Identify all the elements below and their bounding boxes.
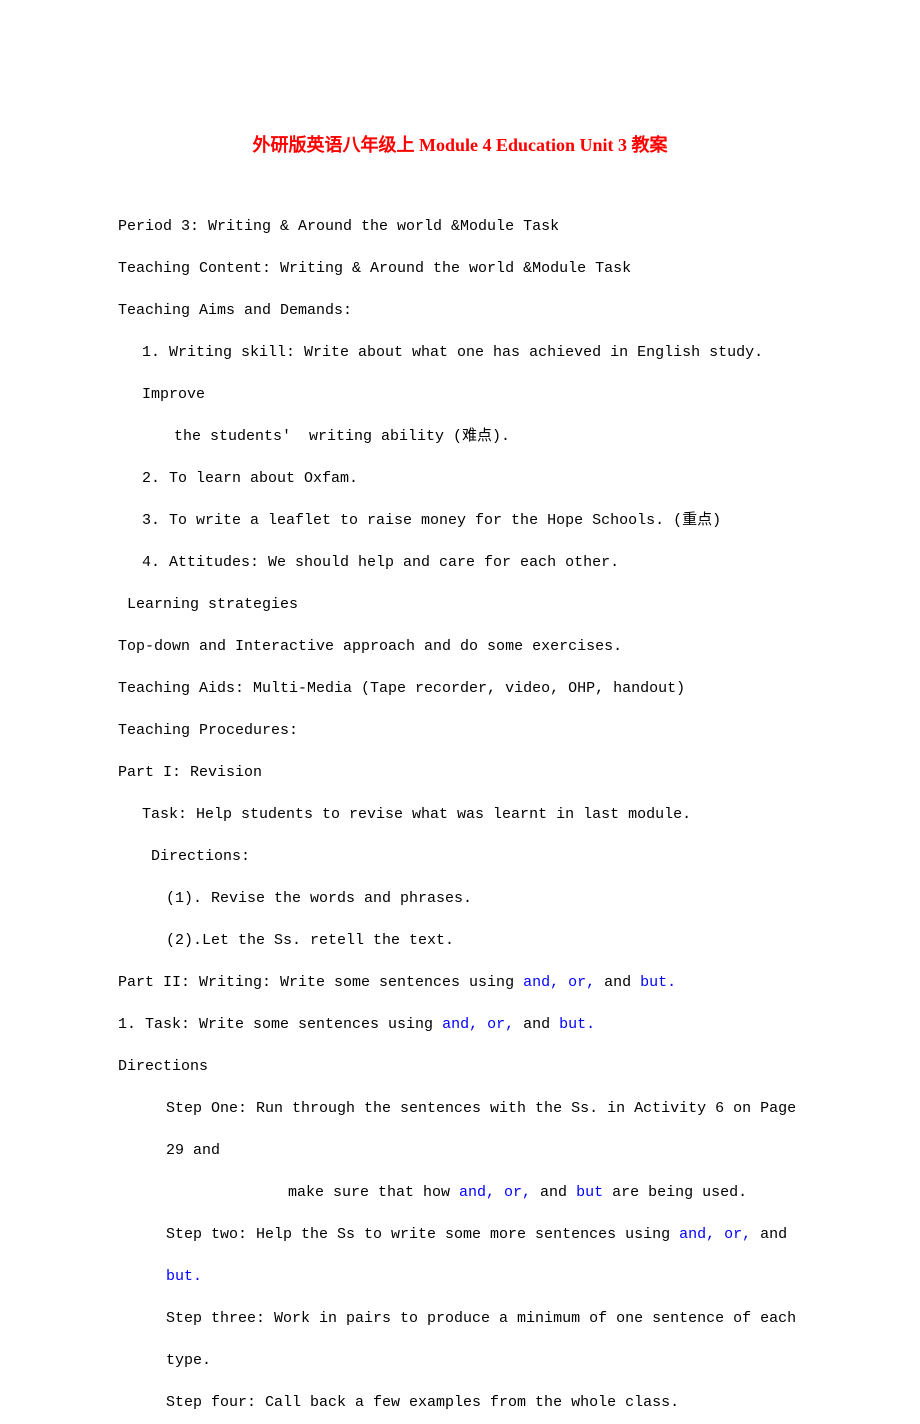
keyword-but: but. <box>559 1016 595 1033</box>
directions-heading: Directions: <box>118 836 802 878</box>
direction-2: (2).Let the Ss. retell the text. <box>118 920 802 962</box>
step-three: Step three: Work in pairs to produce a m… <box>118 1298 802 1382</box>
document-title: 外研版英语八年级上 Module 4 Education Unit 3 教案 <box>118 120 802 170</box>
keyword-and-or: and, or, <box>523 974 595 991</box>
teaching-procedures-heading: Teaching Procedures: <box>118 710 802 752</box>
part-2-text-c: and <box>595 974 640 991</box>
aim-1-cont: the students' writing ability (难点). <box>118 416 802 458</box>
keyword-and-or: and, or, <box>442 1016 514 1033</box>
aim-3: 3. To write a leaflet to raise money for… <box>118 500 802 542</box>
learning-strategies-text: Top-down and Interactive approach and do… <box>118 626 802 668</box>
learning-strategies-heading: Learning strategies <box>118 584 802 626</box>
step-one-cont: make sure that how and, or, and but are … <box>118 1172 802 1214</box>
part-1-heading: Part I: Revision <box>118 752 802 794</box>
part-2-text-a: Part II: Writing: Write some sentences u… <box>118 974 523 991</box>
teaching-aids: Teaching Aids: Multi-Media (Tape recorde… <box>118 668 802 710</box>
keyword-but: but <box>576 1184 603 1201</box>
period-line: Period 3: Writing & Around the world &Mo… <box>118 206 802 248</box>
step-one-cont-c: and <box>531 1184 576 1201</box>
step-one-cont-e: are being used. <box>603 1184 747 1201</box>
step-two: Step two: Help the Ss to write some more… <box>118 1214 802 1298</box>
step-two-c: and <box>751 1226 796 1243</box>
task-text-a: 1. Task: Write some sentences using <box>118 1016 442 1033</box>
direction-1: (1). Revise the words and phrases. <box>118 878 802 920</box>
keyword-but: but. <box>166 1268 202 1285</box>
aim-2: 2. To learn about Oxfam. <box>118 458 802 500</box>
step-one: Step One: Run through the sentences with… <box>118 1088 802 1172</box>
teaching-content-line: Teaching Content: Writing & Around the w… <box>118 248 802 290</box>
step-two-a: Step two: Help the Ss to write some more… <box>166 1226 679 1243</box>
aims-heading: Teaching Aims and Demands: <box>118 290 802 332</box>
step-four: Step four: Call back a few examples from… <box>118 1382 802 1424</box>
part-1-task: Task: Help students to revise what was l… <box>118 794 802 836</box>
directions-heading-2: Directions <box>118 1046 802 1088</box>
part-2-heading: Part II: Writing: Write some sentences u… <box>118 962 802 1004</box>
keyword-but: but. <box>640 974 676 991</box>
task-text-c: and <box>514 1016 559 1033</box>
part-2-task: 1. Task: Write some sentences using and,… <box>118 1004 802 1046</box>
aim-1: 1. Writing skill: Write about what one h… <box>118 332 802 416</box>
aim-4: 4. Attitudes: We should help and care fo… <box>118 542 802 584</box>
keyword-and-or: and, or, <box>679 1226 751 1243</box>
keyword-and-or: and, or, <box>459 1184 531 1201</box>
step-one-cont-a: make sure that how <box>288 1184 459 1201</box>
